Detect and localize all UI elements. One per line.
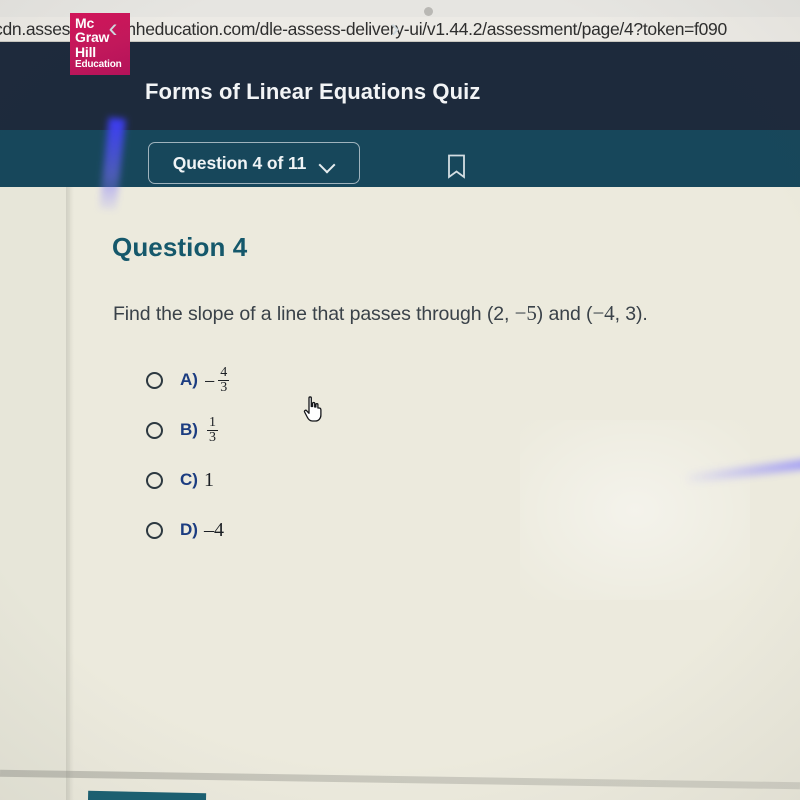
previous-question-button[interactable]: ‹ — [100, 13, 126, 43]
screenshot-root: cdn.assess.prod.mheducation.com/dle-asse… — [0, 0, 800, 800]
radio-button-c[interactable] — [146, 472, 163, 489]
option-a-sign: − — [203, 370, 216, 393]
option-letter-a: A) — [180, 370, 198, 389]
option-b-numerator: 1 — [208, 415, 216, 430]
webcam-dot-artifact — [424, 7, 433, 16]
radio-button-b[interactable] — [146, 422, 163, 439]
page-title: Question 4 — [112, 232, 248, 262]
answer-option-c[interactable]: C) 1 — [146, 467, 566, 517]
option-value-b: 1 3 — [204, 415, 218, 447]
option-value-d: –4 — [203, 519, 224, 541]
stem-part-3: , 3). — [614, 303, 648, 325]
pointer-hand-cursor — [302, 395, 324, 423]
option-a-numerator: 4 — [220, 365, 228, 380]
bookmark-icon[interactable] — [447, 154, 466, 179]
answer-options-list: A) − 4 3 B) 1 3 C) 1 D) –4 — [146, 365, 566, 567]
stem-part-1: Find the slope of a line that passes thr… — [113, 303, 515, 325]
question-stem: Find the slope of a line that passes thr… — [113, 301, 648, 326]
answer-option-a[interactable]: A) − 4 3 — [146, 365, 566, 417]
stem-point2-x: −4 — [592, 301, 615, 325]
option-letter-c: C) — [180, 470, 198, 489]
option-value-a: − 4 3 — [203, 365, 230, 397]
question-selector-dropdown[interactable]: Question 4 of 11 — [148, 142, 360, 184]
radio-button-a[interactable] — [146, 372, 163, 389]
next-question-button[interactable]: › — [382, 13, 408, 43]
option-b-fraction: 1 3 — [206, 415, 218, 446]
option-a-fraction: 4 3 — [218, 365, 230, 396]
chevron-down-icon — [320, 159, 335, 168]
option-value-c: 1 — [203, 469, 214, 491]
answer-option-b[interactable]: B) 1 3 — [146, 415, 566, 467]
radio-button-d[interactable] — [146, 522, 163, 539]
answer-option-d[interactable]: D) –4 — [146, 517, 566, 567]
stem-part-2: ) and ( — [536, 303, 593, 325]
option-letter-b: B) — [180, 420, 198, 439]
quiz-title: Forms of Linear Equations Quiz — [145, 79, 481, 104]
option-b-denominator: 3 — [206, 430, 218, 446]
question-nav-bar — [0, 130, 800, 187]
stem-point1-y: −5 — [514, 301, 537, 325]
logo-line-4: Education — [75, 59, 122, 71]
option-letter-d: D) — [180, 520, 198, 539]
option-a-denominator: 3 — [218, 380, 230, 396]
logo-line-3: Hill — [75, 43, 96, 60]
question-selector-label: Question 4 of 11 — [172, 152, 307, 173]
